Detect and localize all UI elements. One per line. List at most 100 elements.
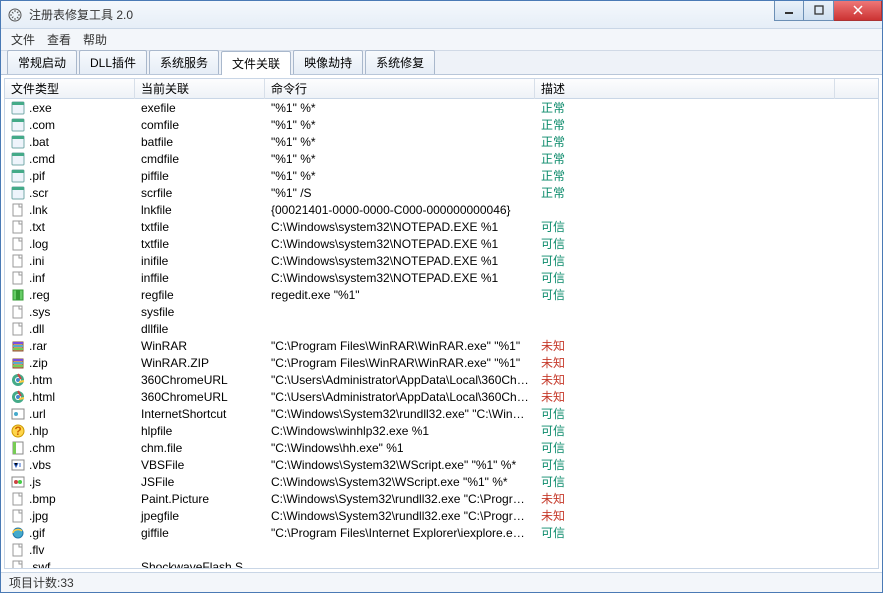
cell-assoc: inffile [135,271,265,285]
table-row[interactable]: .regregfileregedit.exe "%1"可信 [5,286,878,303]
cell-ext: .jpg [5,509,135,523]
tab-image-hijack[interactable]: 映像劫持 [293,50,363,74]
tab-services[interactable]: 系统服务 [149,50,219,74]
close-button[interactable] [834,1,882,21]
table-row[interactable]: .iniinifileC:\Windows\system32\NOTEPAD.E… [5,252,878,269]
cell-ext-text: .reg [29,288,50,302]
table-row[interactable]: .zipWinRAR.ZIP"C:\Program Files\WinRAR\W… [5,354,878,371]
maximize-button[interactable] [804,1,834,21]
cell-assoc: 360ChromeURL [135,373,265,387]
cell-desc: 可信 [535,235,835,252]
file-icon [11,237,25,251]
table-row[interactable]: .exeexefile"%1" %*正常 [5,99,878,116]
tab-startup[interactable]: 常规启动 [7,50,77,74]
cell-ext: .zip [5,356,135,370]
app-icon [11,101,25,115]
minimize-button[interactable] [774,1,804,21]
url-icon [11,407,25,421]
cell-ext: .exe [5,101,135,115]
cell-assoc: comfile [135,118,265,132]
tab-system-repair[interactable]: 系统修复 [365,50,435,74]
cell-ext: .rar [5,339,135,353]
cell-desc: 可信 [535,286,835,303]
table-scroll[interactable]: 文件类型 当前关联 命令行 描述 .exeexefile"%1" %*正常.co… [5,79,878,568]
ie-icon [11,526,25,540]
status-count: 项目计数:33 [9,574,74,591]
cell-ext-text: .htm [29,373,52,387]
cell-cmd: "%1" %* [265,118,535,132]
th-desc[interactable]: 描述 [535,79,835,99]
cell-desc: 可信 [535,473,835,490]
cell-ext: .scr [5,186,135,200]
cell-ext-text: .hlp [29,424,48,438]
app-icon [7,7,23,23]
cell-ext-text: .js [29,475,41,489]
th-assoc[interactable]: 当前关联 [135,79,265,99]
table-row[interactable]: .pifpiffile"%1" %*正常 [5,167,878,184]
menu-view[interactable]: 查看 [47,31,71,48]
cell-desc: 正常 [535,133,835,150]
table-row[interactable]: .syssysfile [5,303,878,320]
file-icon [11,271,25,285]
table-row[interactable]: .scrscrfile"%1" /S正常 [5,184,878,201]
tabbar: 常规启动 DLL插件 系统服务 文件关联 映像劫持 系统修复 [1,51,882,75]
cell-desc: 可信 [535,218,835,235]
table-row[interactable]: .lnklnkfile{00021401-0000-0000-C000-0000… [5,201,878,218]
table-row[interactable]: .cmdcmdfile"%1" %*正常 [5,150,878,167]
table-row[interactable]: .htm360ChromeURL"C:\Users\Administrator\… [5,371,878,388]
cell-ext: .txt [5,220,135,234]
menu-help[interactable]: 帮助 [83,31,107,48]
cell-ext: ? .hlp [5,424,135,438]
chm-icon [11,441,25,455]
cell-ext-text: .pif [29,169,45,183]
file-icon [11,560,25,569]
table-row[interactable]: .html360ChromeURL"C:\Users\Administrator… [5,388,878,405]
cell-desc: 未知 [535,337,835,354]
cell-cmd: "%1" %* [265,152,535,166]
cell-ext-text: .dll [29,322,44,336]
table-row[interactable]: .rarWinRAR"C:\Program Files\WinRAR\WinRA… [5,337,878,354]
table-row[interactable]: .batbatfile"%1" %*正常 [5,133,878,150]
cell-desc: 未知 [535,507,835,524]
cell-ext: .swf [5,560,135,569]
table-row[interactable]: .txttxtfileC:\Windows\system32\NOTEPAD.E… [5,218,878,235]
table-row[interactable]: .logtxtfileC:\Windows\system32\NOTEPAD.E… [5,235,878,252]
help-icon: ? [11,424,25,438]
th-cmd[interactable]: 命令行 [265,79,535,99]
table-row[interactable]: .comcomfile"%1" %*正常 [5,116,878,133]
cell-ext: .gif [5,526,135,540]
tab-dll[interactable]: DLL插件 [79,50,147,74]
titlebar: 注册表修复工具 2.0 [1,1,882,29]
menu-file[interactable]: 文件 [11,31,35,48]
cell-ext-text: .zip [29,356,48,370]
chrome-icon [11,390,25,404]
cell-assoc: inifile [135,254,265,268]
table-row[interactable]: .jpgjpegfileC:\Windows\System32\rundll32… [5,507,878,524]
cell-ext-text: .vbs [29,458,51,472]
table-row[interactable]: .jsJSFileC:\Windows\System32\WScript.exe… [5,473,878,490]
cell-cmd: C:\Windows\System32\WScript.exe "%1" %* [265,475,535,489]
cell-desc: 可信 [535,405,835,422]
th-ext[interactable]: 文件类型 [5,79,135,99]
table-row[interactable]: .chmchm.file"C:\Windows\hh.exe" %1可信 [5,439,878,456]
cell-ext-text: .gif [29,526,45,540]
table-row[interactable]: .bmpPaint.PictureC:\Windows\System32\run… [5,490,878,507]
file-icon [11,492,25,506]
table-row[interactable]: .urlInternetShortcut"C:\Windows\System32… [5,405,878,422]
cell-assoc: Paint.Picture [135,492,265,506]
table-row[interactable]: .infinffileC:\Windows\system32\NOTEPAD.E… [5,269,878,286]
cell-ext-text: .txt [29,220,45,234]
table-row[interactable]: .flv [5,541,878,558]
file-icon [11,220,25,234]
table-row[interactable]: ?.hlphlpfileC:\Windows\winhlp32.exe %1可信 [5,422,878,439]
cell-ext: .pif [5,169,135,183]
table-row[interactable]: .dlldllfile [5,320,878,337]
table-row[interactable]: .gifgiffile"C:\Program Files\Internet Ex… [5,524,878,541]
cell-desc: 未知 [535,354,835,371]
menubar: 文件 查看 帮助 [1,29,882,51]
cell-cmd: regedit.exe "%1" [265,288,535,302]
cell-ext-text: .jpg [29,509,48,523]
table-row[interactable]: .vbsVBSFile"C:\Windows\System32\WScript.… [5,456,878,473]
tab-file-assoc[interactable]: 文件关联 [221,51,291,75]
table-row[interactable]: .swfShockwaveFlash.Shoc... [5,558,878,568]
